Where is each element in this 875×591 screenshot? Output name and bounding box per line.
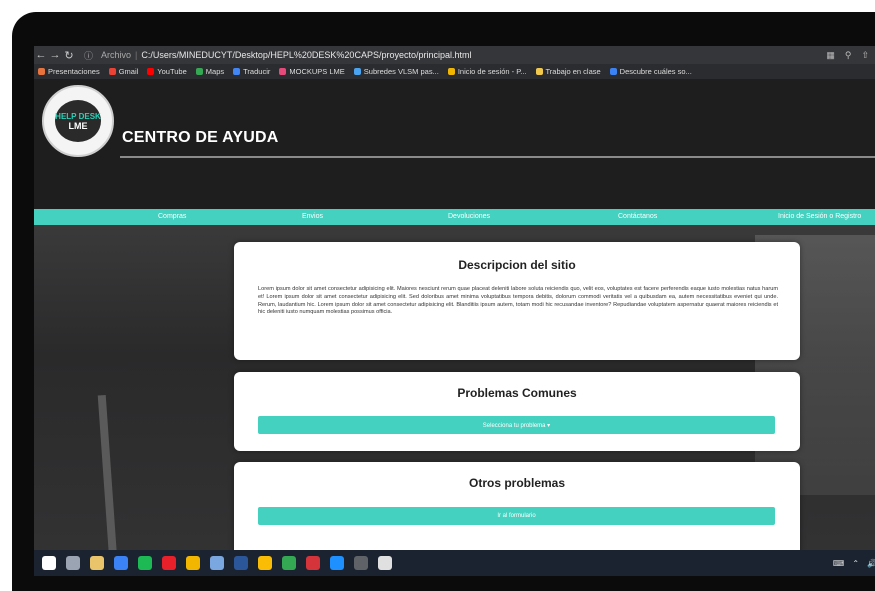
site-header: HELP DESK LME CENTRO DE AYUDA <box>34 79 875 209</box>
menu-devoluciones[interactable]: Devoluciones <box>448 213 490 220</box>
notes-icon[interactable] <box>210 556 224 570</box>
file-explorer-icon[interactable] <box>90 556 104 570</box>
tray-chevron-icon[interactable]: ⌃ <box>852 559 859 568</box>
site-info-icon[interactable]: ⓘ <box>84 49 93 62</box>
bookmark-item[interactable]: Subredes VLSM pas... <box>353 67 439 76</box>
red-app-icon[interactable] <box>306 556 320 570</box>
share-icon[interactable]: ⇧ <box>861 50 869 61</box>
logo-line2: LME <box>68 120 88 131</box>
menu-compras[interactable]: Compras <box>158 213 186 220</box>
bookmark-label: Gmail <box>118 67 139 76</box>
bookmark-item[interactable]: MOCKUPS LME <box>279 67 345 76</box>
menu-envios[interactable]: Envios <box>302 213 323 220</box>
reload-icon[interactable]: ↻ <box>62 49 76 62</box>
start-icon[interactable] <box>42 556 56 570</box>
bookmark-icon <box>447 68 455 75</box>
go-to-form-button[interactable]: Ir al formulario <box>258 507 775 525</box>
bookmark-icon <box>38 68 45 75</box>
bookmark-item[interactable]: Presentaciones <box>38 67 100 76</box>
other-problems-title: Otros problemas <box>468 476 566 490</box>
bookmark-label: Descubre cuáles so... <box>619 67 692 76</box>
other-problems-card: Otros problemas Ir al formulario <box>234 462 800 550</box>
bookmark-icon <box>279 68 287 75</box>
url-text[interactable]: C:/Users/MINEDUCYT/Desktop/HEPL%20DESK%2… <box>141 50 471 60</box>
bookmark-item[interactable]: Gmail <box>108 67 139 76</box>
system-tray: ⌨ ⌃ 🔊 <box>833 559 875 568</box>
extensions-icon[interactable]: ▦ <box>826 50 835 61</box>
bookmark-label: Traducir <box>243 67 271 76</box>
bookmark-label: Trabajo en clase <box>545 67 601 76</box>
bookmark-item[interactable]: Trabajo en clase <box>535 67 601 76</box>
back-arrow-icon[interactable]: ← <box>34 49 48 61</box>
site-logo[interactable]: HELP DESK LME <box>42 85 114 157</box>
menu-contactanos[interactable]: Contáctanos <box>618 213 657 220</box>
mail-icon[interactable] <box>114 556 128 570</box>
menu-login[interactable]: Inicio de Sesión o Registro <box>778 213 861 220</box>
hero-background: Descripcion del sitio Lorem ipsum dolor … <box>34 225 875 550</box>
forward-arrow-icon[interactable]: → <box>48 49 62 61</box>
bookmark-item[interactable]: YouTube <box>147 67 187 76</box>
chrome-active-icon[interactable] <box>354 556 368 570</box>
bookmarks-bar: Presentaciones Gmail YouTube Maps Traducir MO… <box>34 64 875 79</box>
volume-icon[interactable]: 🔊 <box>867 559 875 568</box>
vscode-icon[interactable] <box>330 556 344 570</box>
device-frame: ← → ↻ ⓘ Archivo | C:/Users/MINEDUCYT/Des… <box>12 12 875 591</box>
bookmark-icon <box>233 68 241 75</box>
logo-line1: HELP DESK <box>55 111 101 121</box>
bookmark-label: MOCKUPS LME <box>289 67 345 76</box>
settings-icon[interactable] <box>378 556 392 570</box>
description-card: Descripcion del sitio Lorem ipsum dolor … <box>234 242 800 360</box>
word-icon[interactable] <box>234 556 248 570</box>
bookmark-icon <box>353 68 361 75</box>
site-title: CENTRO DE AYUDA <box>122 129 279 146</box>
address-bar: ← → ↻ ⓘ Archivo | C:/Users/MINEDUCYT/Des… <box>34 46 875 64</box>
chrome-alt-icon[interactable] <box>282 556 296 570</box>
web-page: HELP DESK LME CENTRO DE AYUDA Compras En… <box>34 79 875 550</box>
bookmark-label: Presentaciones <box>48 67 100 76</box>
url-prefix: Archivo <box>101 50 132 60</box>
bookmark-icon <box>108 68 116 75</box>
opera-icon[interactable] <box>162 556 176 570</box>
bookmark-icon <box>535 68 543 75</box>
app-icon[interactable] <box>186 556 200 570</box>
bookmark-icon <box>195 68 203 75</box>
bookmark-label: Inicio de sesión - P... <box>457 67 527 76</box>
bookmark-icon <box>147 68 155 75</box>
taskbar: ⌨ ⌃ 🔊 <box>34 550 875 576</box>
common-problems-card: Problemas Comunes Selecciona tu problema… <box>234 372 800 451</box>
bookmark-label: Maps <box>205 67 225 76</box>
task-view-icon[interactable] <box>66 556 80 570</box>
bookmark-item[interactable]: Traducir <box>233 67 270 76</box>
bookmark-label: YouTube <box>157 67 187 76</box>
bookmark-item[interactable]: Descubre cuáles so... <box>609 67 692 76</box>
bookmark-item[interactable]: Inicio de sesión - P... <box>447 67 527 76</box>
search-icon[interactable]: ⚲ <box>845 50 852 61</box>
bookmark-icon <box>609 68 617 75</box>
keyboard-icon[interactable]: ⌨ <box>833 559 845 568</box>
screen: ← → ↻ ⓘ Archivo | C:/Users/MINEDUCYT/Des… <box>34 46 875 576</box>
main-menu: Compras Envios Devoluciones Contáctanos … <box>34 209 875 225</box>
spotify-icon[interactable] <box>138 556 152 570</box>
chrome-icon[interactable] <box>258 556 272 570</box>
common-problems-title: Problemas Comunes <box>457 386 577 400</box>
header-divider <box>120 156 875 158</box>
description-text: Lorem ipsum dolor sit amet consectetur a… <box>258 286 778 316</box>
bookmark-item[interactable]: Maps <box>195 67 225 76</box>
bookmark-label: Subredes VLSM pas... <box>363 67 439 76</box>
description-title: Descripcion del sitio <box>458 258 576 272</box>
select-problem-button[interactable]: Selecciona tu problema ▾ <box>258 416 775 434</box>
